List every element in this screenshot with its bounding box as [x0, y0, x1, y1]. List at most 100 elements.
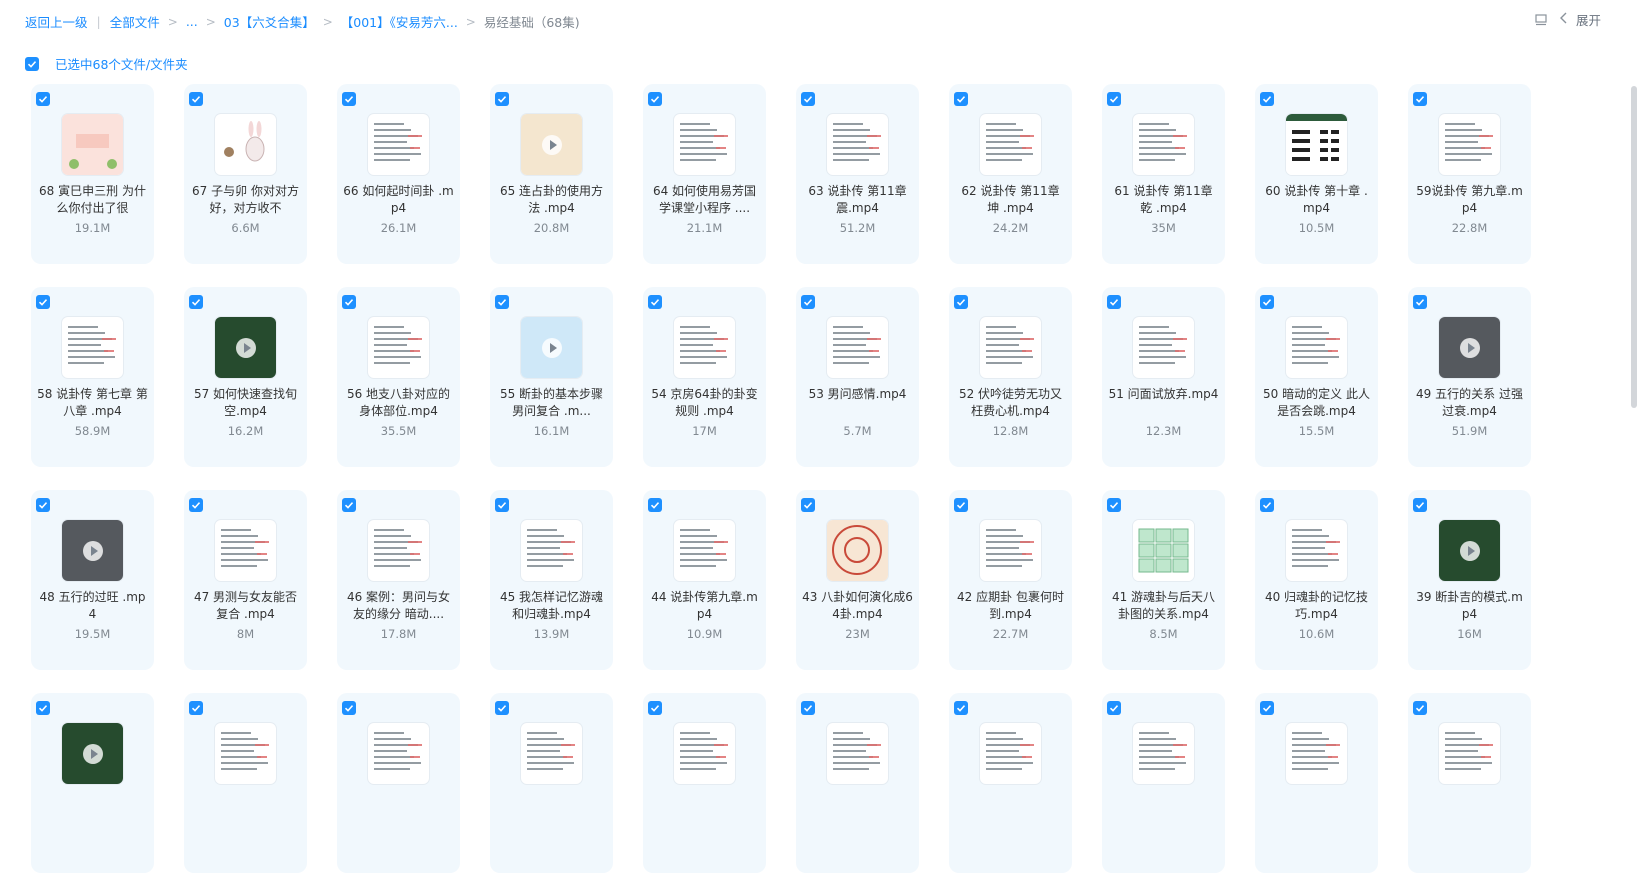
file-checkbox[interactable] — [36, 701, 50, 715]
file-card[interactable]: 43 八卦如何演化成64卦.mp4 23M — [796, 490, 919, 670]
file-card[interactable]: 53 男问感情.mp4 5.7M — [796, 287, 919, 467]
file-card[interactable]: 64 如何使用易芳国学课堂小程序 .... 21.1M — [643, 84, 766, 264]
file-checkbox[interactable] — [648, 498, 662, 512]
file-card[interactable]: 46 案例：男问与女友的缘分 暗动.... 17.8M — [337, 490, 460, 670]
file-card[interactable] — [949, 693, 1072, 873]
file-checkbox[interactable] — [342, 92, 356, 106]
video-thumbnail[interactable] — [674, 520, 735, 581]
file-checkbox[interactable] — [342, 295, 356, 309]
video-thumbnail[interactable] — [1439, 114, 1500, 175]
file-card[interactable]: 47 男测与女友能否复合 .mp4 8M — [184, 490, 307, 670]
file-card[interactable]: 49 五行的关系 过强过衰.mp4 51.9M — [1408, 287, 1531, 467]
video-thumbnail[interactable] — [1133, 114, 1194, 175]
file-card[interactable]: 41 游魂卦与后天八卦图的关系.mp4 8.5M — [1102, 490, 1225, 670]
file-checkbox[interactable] — [36, 498, 50, 512]
file-checkbox[interactable] — [1107, 92, 1121, 106]
file-checkbox[interactable] — [189, 498, 203, 512]
file-checkbox[interactable] — [189, 701, 203, 715]
expand-button[interactable]: 展开 — [1559, 10, 1601, 29]
video-thumbnail[interactable] — [1439, 317, 1500, 378]
file-card[interactable]: 65 连占卦的使用方法 .mp4 20.8M — [490, 84, 613, 264]
file-card[interactable] — [643, 693, 766, 873]
file-checkbox[interactable] — [648, 92, 662, 106]
video-thumbnail[interactable] — [215, 520, 276, 581]
file-card[interactable] — [31, 693, 154, 873]
file-checkbox[interactable] — [1260, 498, 1274, 512]
video-thumbnail[interactable] — [980, 520, 1041, 581]
file-checkbox[interactable] — [648, 295, 662, 309]
file-checkbox[interactable] — [1107, 701, 1121, 715]
video-thumbnail[interactable] — [215, 317, 276, 378]
video-thumbnail[interactable] — [1286, 520, 1347, 581]
breadcrumb-folder-001[interactable]: 【001】《安易芳六... — [341, 12, 458, 31]
video-thumbnail[interactable] — [521, 114, 582, 175]
file-card[interactable] — [1102, 693, 1225, 873]
file-checkbox[interactable] — [189, 295, 203, 309]
file-card[interactable]: 51 问面试放弃.mp4 12.3M — [1102, 287, 1225, 467]
file-card[interactable] — [1255, 693, 1378, 873]
file-checkbox[interactable] — [495, 92, 509, 106]
file-card[interactable]: 56 地支八卦对应的身体部位.mp4 35.5M — [337, 287, 460, 467]
video-thumbnail[interactable] — [827, 723, 888, 784]
file-checkbox[interactable] — [189, 92, 203, 106]
video-thumbnail[interactable] — [1286, 723, 1347, 784]
file-card[interactable]: 68 寅巳申三刑 为什么你付出了很 19.1M — [31, 84, 154, 264]
file-checkbox[interactable] — [801, 701, 815, 715]
video-thumbnail[interactable] — [980, 114, 1041, 175]
breadcrumb-ellipsis[interactable]: ... — [186, 14, 198, 29]
video-thumbnail[interactable] — [368, 520, 429, 581]
video-thumbnail[interactable] — [215, 114, 276, 175]
video-thumbnail[interactable] — [1286, 317, 1347, 378]
file-checkbox[interactable] — [954, 701, 968, 715]
video-thumbnail[interactable] — [1133, 520, 1194, 581]
file-checkbox[interactable] — [1260, 92, 1274, 106]
video-thumbnail[interactable] — [62, 114, 123, 175]
file-checkbox[interactable] — [954, 498, 968, 512]
video-thumbnail[interactable] — [62, 723, 123, 784]
video-thumbnail[interactable] — [827, 520, 888, 581]
file-card[interactable]: 62 说卦传 第11章 坤 .mp4 24.2M — [949, 84, 1072, 264]
file-card[interactable]: 39 断卦吉的模式.mp4 16M — [1408, 490, 1531, 670]
file-card[interactable]: 66 如何起时间卦 .mp4 26.1M — [337, 84, 460, 264]
file-card[interactable]: 54 京房64卦的卦变规则 .mp4 17M — [643, 287, 766, 467]
video-thumbnail[interactable] — [674, 114, 735, 175]
file-checkbox[interactable] — [342, 498, 356, 512]
select-all-checkbox[interactable] — [25, 56, 39, 71]
file-card[interactable]: 48 五行的过旺 .mp4 19.5M — [31, 490, 154, 670]
file-checkbox[interactable] — [801, 498, 815, 512]
file-card[interactable]: 59说卦传 第九章.mp4 22.8M — [1408, 84, 1531, 264]
file-card[interactable]: 45 我怎样记忆游魂和归魂卦.mp4 13.9M — [490, 490, 613, 670]
file-checkbox[interactable] — [954, 92, 968, 106]
video-thumbnail[interactable] — [215, 723, 276, 784]
file-card[interactable]: 60 说卦传 第十章 .mp4 10.5M — [1255, 84, 1378, 264]
video-thumbnail[interactable] — [1439, 723, 1500, 784]
file-card[interactable]: 61 说卦传 第11章 乾 .mp4 35M — [1102, 84, 1225, 264]
file-checkbox[interactable] — [342, 701, 356, 715]
file-checkbox[interactable] — [1260, 701, 1274, 715]
file-checkbox[interactable] — [1413, 498, 1427, 512]
back-link[interactable]: 返回上一级 — [25, 12, 88, 31]
file-card[interactable]: 50 暗动的定义 此人是否会跳.mp4 15.5M — [1255, 287, 1378, 467]
file-checkbox[interactable] — [495, 295, 509, 309]
file-checkbox[interactable] — [1413, 295, 1427, 309]
video-thumbnail[interactable] — [827, 114, 888, 175]
file-checkbox[interactable] — [495, 701, 509, 715]
file-checkbox[interactable] — [1260, 295, 1274, 309]
video-thumbnail[interactable] — [1133, 723, 1194, 784]
file-checkbox[interactable] — [954, 295, 968, 309]
file-checkbox[interactable] — [36, 295, 50, 309]
video-thumbnail[interactable] — [674, 317, 735, 378]
file-checkbox[interactable] — [495, 498, 509, 512]
file-card[interactable] — [796, 693, 919, 873]
file-checkbox[interactable] — [801, 92, 815, 106]
breadcrumb-all-files[interactable]: 全部文件 — [110, 12, 160, 31]
file-card[interactable]: 42 应期卦 包裹何时到.mp4 22.7M — [949, 490, 1072, 670]
file-card[interactable] — [184, 693, 307, 873]
file-checkbox[interactable] — [801, 295, 815, 309]
file-card[interactable]: 55 断卦的基本步骤 男问复合 .m... 16.1M — [490, 287, 613, 467]
file-card[interactable] — [337, 693, 460, 873]
video-thumbnail[interactable] — [521, 520, 582, 581]
file-card[interactable]: 63 说卦传 第11章 震.mp4 51.2M — [796, 84, 919, 264]
video-thumbnail[interactable] — [62, 317, 123, 378]
file-card[interactable]: 67 子与卯 你对对方好，对方收不 6.6M — [184, 84, 307, 264]
